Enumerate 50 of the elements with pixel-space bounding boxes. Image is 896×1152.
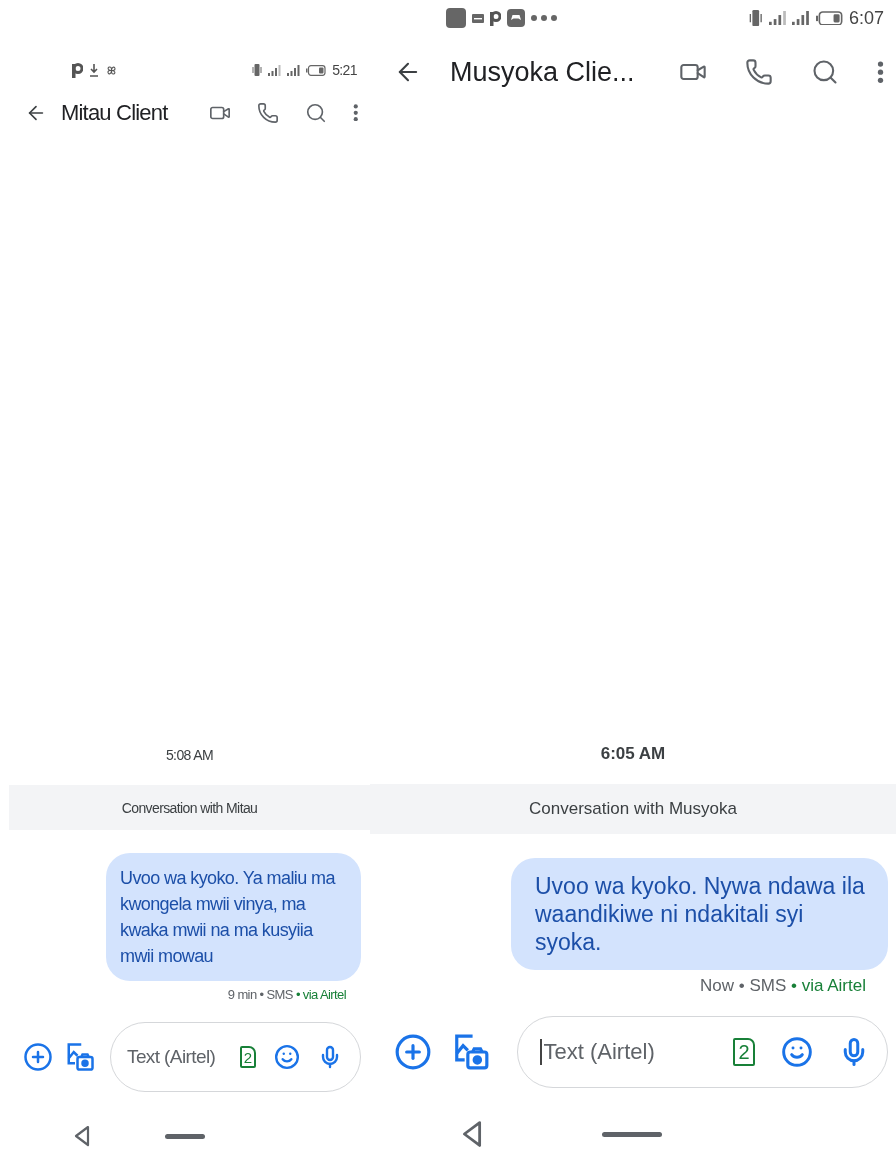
gallery-camera-icon — [452, 1033, 490, 1071]
nav-back-button[interactable] — [460, 1120, 484, 1148]
contact-title: Mitau Client — [61, 99, 170, 126]
message-meta: Now • SMS — [700, 976, 787, 995]
download-icon — [89, 63, 99, 77]
message-icon — [472, 13, 484, 23]
message-meta: 9 min • SMS — [227, 987, 293, 1002]
pinwheel-icon — [105, 63, 118, 77]
more-options-button[interactable] — [877, 60, 884, 84]
status-time: 6:07 — [848, 7, 884, 29]
signal-icon — [287, 64, 301, 76]
home-bar[interactable] — [602, 1131, 662, 1137]
add-attachment-button[interactable] — [23, 1042, 53, 1072]
app-square-icon — [446, 8, 466, 28]
phone-call-button[interactable] — [745, 58, 773, 86]
contact-title: Musyoka Clie... — [450, 56, 636, 88]
battery-icon — [815, 10, 843, 26]
carrier-label: • via Airtel — [294, 987, 346, 1002]
status-time: 5:21 — [332, 62, 357, 78]
vibrate-icon — [749, 9, 763, 27]
gallery-button[interactable] — [452, 1033, 490, 1071]
more-dots-icon — [531, 15, 557, 21]
signal-icon — [268, 64, 282, 76]
search-button[interactable] — [304, 101, 327, 124]
vibrate-icon — [252, 64, 263, 76]
nav-back-button[interactable] — [73, 1125, 91, 1147]
banner-text: Conversation with Mitau — [121, 799, 258, 816]
gamepad-icon — [507, 9, 525, 27]
signal-icon — [792, 10, 810, 26]
p-logo-icon — [490, 10, 501, 26]
battery-icon — [306, 64, 327, 76]
add-attachment-button[interactable] — [394, 1033, 432, 1071]
message-bubble[interactable]: Uvoo wa kyoko. Ya maliu ma kwongela mwii vinya, ma kwaka mwii na ma kusyiia mwii mowau — [106, 853, 361, 981]
sim-select-button[interactable]: 2 — [240, 1046, 256, 1068]
emoji-button[interactable] — [274, 1044, 300, 1070]
more-options-button[interactable] — [352, 103, 358, 122]
carrier-label: • via Airtel — [790, 976, 866, 995]
date-timestamp: 6:05 AM — [600, 744, 666, 764]
gallery-button[interactable] — [65, 1042, 95, 1072]
date-timestamp: 5:08 AM — [165, 747, 214, 763]
search-button[interactable] — [811, 58, 839, 86]
phone-call-button[interactable] — [256, 101, 279, 124]
banner-text: Conversation with Musyoka — [529, 799, 737, 819]
emoji-button[interactable] — [781, 1036, 813, 1068]
home-bar[interactable] — [165, 1133, 205, 1139]
gallery-camera-icon — [65, 1042, 95, 1072]
sim-select-button[interactable]: 2 — [733, 1038, 755, 1066]
signal-icon — [768, 10, 787, 26]
message-bubble[interactable]: Uvoo wa kyoko. Nywa ndawa ila waandikiwe ni ndakitali syi syoka. — [511, 858, 888, 970]
p-logo-icon — [72, 62, 83, 78]
